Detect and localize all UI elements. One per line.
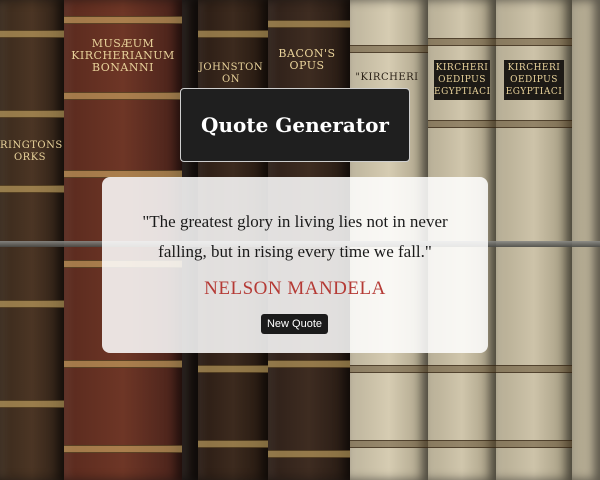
book-spine: KIRCHERI OEDIPUS EGYPTIACI: [496, 0, 572, 480]
spine-label: "KIRCHERI: [355, 72, 419, 83]
quote-text: "The greatest glory in living lies not i…: [142, 212, 448, 261]
book-spine: [572, 0, 600, 480]
spine-label: JOHNSTON ON: [198, 62, 264, 85]
title-banner: Quote Generator: [180, 88, 410, 162]
spine-label: KIRCHERI OEDIPUS EGYPTIACI: [504, 60, 564, 100]
page-title: Quote Generator: [201, 113, 389, 137]
spine-label: MUSÆUM KIRCHERIANUM BONANNI: [71, 37, 175, 74]
spine-label: BACON'S OPUS: [278, 47, 336, 72]
spine-label: KIRCHERI OEDIPUS EGYPTIACI: [434, 60, 490, 100]
quote-author: NELSON MANDELA: [204, 278, 386, 299]
new-quote-button[interactable]: New Quote: [261, 314, 328, 334]
spine-label: RINGTONS ORKS: [0, 140, 63, 163]
book-spine: RINGTONS ORKS: [0, 0, 64, 480]
quote-card: "The greatest glory in living lies not i…: [102, 177, 488, 353]
